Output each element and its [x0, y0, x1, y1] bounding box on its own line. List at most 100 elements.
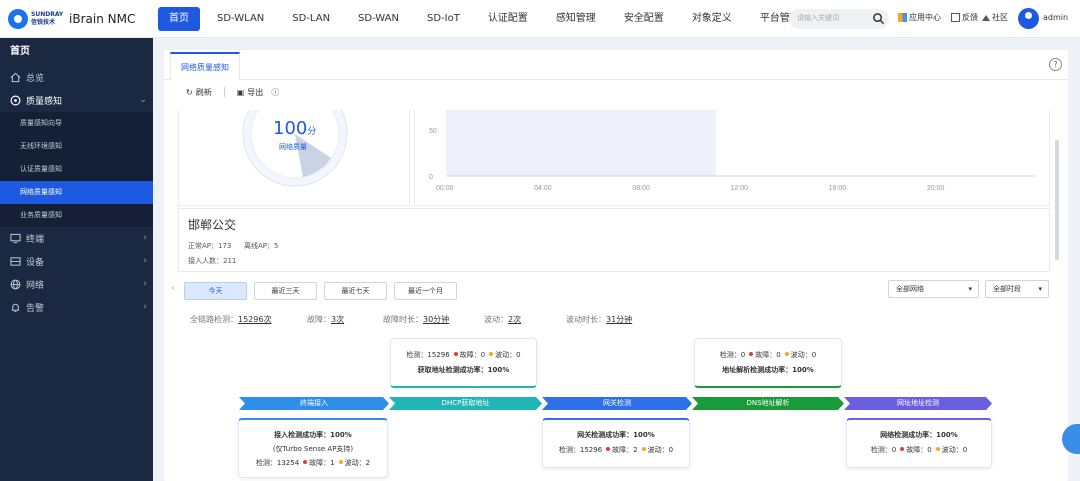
caret-down-icon: ▾ — [968, 285, 972, 293]
period-select-value: 全部时段 — [993, 285, 1021, 293]
sidebar-item-terminal[interactable]: 终端 › — [0, 227, 153, 250]
feedback-icon — [951, 13, 960, 22]
nav-sd-wan[interactable]: SD-WAN — [347, 7, 410, 31]
app-center-label: 应用中心 — [909, 13, 941, 22]
chevron-right-icon: › — [143, 256, 147, 266]
main-nav: 首页 SD-WLAN SD-LAN SD-WAN SD-IoT 认证配置 感知管… — [158, 7, 817, 31]
feedback-label: 反馈 — [962, 13, 978, 22]
online-ap-count: 正常AP：173 — [188, 242, 232, 250]
stage-dns[interactable]: DNS地址解析 — [692, 397, 844, 410]
score-card: 100分 网络质量 — [178, 81, 410, 206]
nav-sd-wlan[interactable]: SD-WLAN — [206, 7, 275, 31]
range-today-button[interactable]: 今天 — [184, 282, 247, 300]
top-bar: SUNDRAY 信锐技术 iBrain NMC 首页 SD-WLAN SD-LA… — [0, 0, 1080, 38]
nav-auth-config[interactable]: 认证配置 — [477, 7, 539, 31]
score-label: 网络质量 — [279, 143, 307, 151]
nav-security[interactable]: 安全配置 — [613, 7, 675, 31]
feedback-link[interactable]: 反馈 — [951, 12, 978, 23]
nav-sd-iot[interactable]: SD-IoT — [416, 7, 471, 31]
sidebar-item-network[interactable]: 网络 › — [0, 273, 153, 296]
sidebar-item-alarm[interactable]: 告警 › — [0, 296, 153, 319]
chart-x-tick-label: 00:00 — [436, 185, 454, 192]
help-icon[interactable]: ? — [1049, 58, 1062, 71]
box-counts: 检测：15296 故障：2 波动：0 — [558, 446, 674, 454]
nav-objects[interactable]: 对象定义 — [681, 7, 743, 31]
refresh-button[interactable]: 刷新 — [196, 87, 212, 98]
box-success-rate: 接入检测成功率：100% — [274, 431, 352, 439]
sidebar-sub-service[interactable]: 业务质量感知 — [0, 204, 153, 227]
user-count: 接入人数：211 — [188, 257, 237, 265]
sidebar-item-label: 网络 — [26, 281, 45, 291]
sidebar-item-label: 告警 — [26, 304, 45, 314]
home-icon — [10, 72, 21, 83]
tab-bar: 网络质量感知 ? — [164, 50, 1068, 80]
sidebar-sub-wireless[interactable]: 无线环境感知 — [0, 135, 153, 158]
info-icon[interactable]: ⓘ — [271, 87, 279, 98]
summary-total: 全链路检测：15296次 — [190, 315, 272, 324]
sidebar-item-label: 终端 — [26, 235, 45, 245]
box-success-rate: 网络检测成功率：100% — [880, 431, 958, 439]
network-select-value: 全部网络 — [896, 285, 924, 293]
sidebar-item-quality[interactable]: 质量感知 ⌄ — [0, 89, 153, 112]
search-input[interactable]: 请输入关键词 — [789, 9, 889, 29]
sidebar-sub-auth[interactable]: 认证质量感知 — [0, 158, 153, 181]
access-stat-box[interactable]: 接入检测成功率：100% (仅Turbo Sense AP支持) 检测：1325… — [238, 418, 388, 478]
gateway-stat-box[interactable]: 网关检测成功率：100% 检测：15296 故障：2 波动：0 — [542, 418, 690, 468]
stage-web[interactable]: 网址地址检测 — [844, 397, 992, 410]
collapse-handle-icon[interactable]: ‹ — [171, 283, 174, 292]
sidebar: 首页 总览 质量感知 ⌄ 质量感知向导 无线环境感知 认证质量感知 网络质量感知… — [0, 38, 153, 481]
user-name[interactable]: admin — [1043, 13, 1068, 22]
sidebar-item-label: 设备 — [26, 258, 45, 268]
action-toolbar: ↻ 刷新 ▣ 导出 ⓘ — [164, 80, 1068, 104]
chart-x-tick-label: 12:00 — [731, 185, 749, 192]
nav-sd-lan[interactable]: SD-LAN — [281, 7, 341, 31]
range-3days-button[interactable]: 最近三天 — [254, 282, 317, 300]
web-stat-box[interactable]: 网络检测成功率：100% 检测：0 故障：0 波动：0 — [846, 418, 992, 468]
scrollbar[interactable] — [1055, 140, 1059, 260]
network-select[interactable]: 全部网络 ▾ — [888, 280, 979, 298]
community-link[interactable]: 社区 — [982, 12, 1008, 23]
monitor-icon — [10, 233, 21, 244]
stage-gateway[interactable]: 网关检测 — [542, 397, 692, 410]
caret-down-icon: ▾ — [1038, 285, 1042, 293]
community-label: 社区 — [992, 13, 1008, 22]
grid-icon — [898, 13, 907, 22]
toolbar-divider — [223, 87, 225, 97]
box-counts: 检测：0 故障：0 波动：0 — [719, 351, 817, 359]
chart-x-tick-label: 16:00 — [829, 185, 847, 192]
chart-y-tick-label: 0 — [429, 174, 433, 181]
refresh-icon[interactable]: ↻ — [186, 88, 193, 97]
export-icon[interactable]: ▣ — [237, 88, 245, 97]
summary-wave-duration: 波动时长：31分钟 — [566, 315, 633, 324]
nav-perception[interactable]: 感知管理 — [545, 7, 607, 31]
box-success-rate: 地址解析检测成功率：100% — [722, 366, 814, 374]
summary-wave: 波动：2次 — [484, 315, 522, 324]
home-icon — [982, 14, 990, 21]
sidebar-item-device[interactable]: 设备 › — [0, 250, 153, 273]
box-counts: 检测：13254 故障：1 波动：2 — [255, 459, 371, 467]
chart-y-tick-label: 50 — [429, 128, 437, 135]
sidebar-item-overview[interactable]: 总览 — [0, 66, 153, 89]
bell-icon — [11, 303, 20, 313]
dns-stat-box[interactable]: 检测：0 故障：0 波动：0 地址解析检测成功率：100% — [694, 338, 842, 388]
nav-home[interactable]: 首页 — [158, 7, 200, 31]
stage-terminal-access[interactable]: 终端接入 — [239, 397, 389, 410]
period-select[interactable]: 全部时段 ▾ — [985, 280, 1049, 298]
avatar[interactable] — [1018, 8, 1039, 29]
box-success-rate: 获取地址检测成功率：100% — [417, 366, 510, 374]
range-month-button[interactable]: 最近一个月 — [394, 282, 457, 300]
stage-dhcp[interactable]: DHCP获取地址 — [389, 397, 542, 410]
logo-text: SUNDRAY 信锐技术 — [31, 11, 64, 26]
offline-ap-count: 离线AP：5 — [244, 242, 279, 250]
export-button[interactable]: 导出 — [247, 87, 263, 98]
dhcp-stat-box[interactable]: 检测：15296 故障：0 波动：0 获取地址检测成功率：100% — [390, 338, 537, 388]
brand-logo[interactable]: SUNDRAY 信锐技术 iBrain NMC — [8, 9, 135, 29]
chevron-down-icon: ⌄ — [139, 95, 147, 105]
app-center-link[interactable]: 应用中心 — [898, 12, 941, 23]
range-7days-button[interactable]: 最近七天 — [324, 282, 387, 300]
search-icon[interactable] — [872, 12, 885, 25]
sidebar-sub-network[interactable]: 网络质量感知 — [0, 181, 153, 204]
logo-icon — [8, 9, 28, 29]
tab-network-quality[interactable]: 网络质量感知 — [170, 52, 240, 80]
sidebar-sub-guide[interactable]: 质量感知向导 — [0, 112, 153, 135]
